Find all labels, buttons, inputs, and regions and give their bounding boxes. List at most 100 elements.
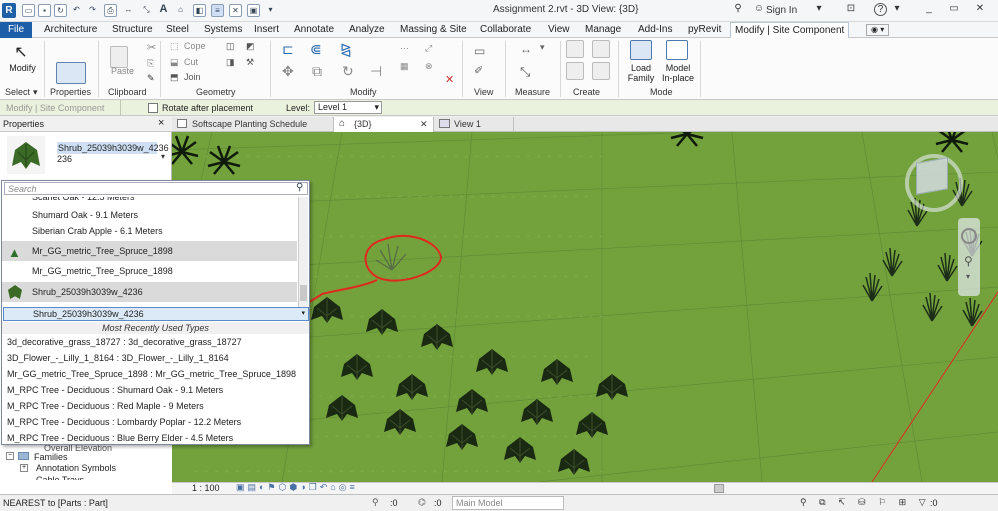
scrollbar-thumb[interactable] <box>300 285 307 301</box>
mru-item[interactable]: 3d_decorative_grass_18727 : 3d_decorativ… <box>2 334 310 350</box>
type-search-field[interactable]: Search ⚲ <box>4 182 308 195</box>
minimize-icon[interactable]: _ <box>922 3 936 17</box>
pin-icon[interactable]: ⊗ <box>425 61 433 72</box>
sign-in-link[interactable]: Sign In <box>766 5 797 16</box>
measure-group-label[interactable]: Measure <box>515 87 550 97</box>
type-list-scrollbar[interactable] <box>298 197 308 308</box>
ribbon-minimize-icon[interactable]: ◉ ▾ <box>866 24 890 36</box>
delete-icon[interactable]: ✕ <box>445 73 454 86</box>
measure-dropdown-icon[interactable]: ▾ <box>540 42 545 53</box>
list-item[interactable]: ▲ Mr_GG_metric_Tree_Spruce_1898 <box>2 241 297 261</box>
tab-insert[interactable]: Insert <box>250 22 283 38</box>
join-button[interactable]: Join <box>184 72 201 82</box>
align-icon[interactable]: ⊏ <box>282 41 294 58</box>
steering-wheel-icon[interactable] <box>961 228 977 244</box>
load-family-button[interactable]: Load Family <box>624 63 658 83</box>
browser-cable-trays[interactable]: Cable Trays <box>36 475 84 480</box>
copy-icon[interactable]: ⎘ <box>147 58 154 69</box>
paste-button[interactable]: Paste <box>111 66 134 76</box>
mru-item[interactable]: 3D_Flower_-_Lilly_1_8164 : 3D_Flower_-_L… <box>2 350 310 366</box>
measure-tool-icon[interactable]: ↔ <box>520 42 532 56</box>
tab-massing-site[interactable]: Massing & Site <box>396 22 471 38</box>
mru-item[interactable]: Mr_GG_metric_Tree_Spruce_1898 : Mr_GG_me… <box>2 366 310 382</box>
dimension-icon[interactable]: ⤡ <box>520 64 530 80</box>
text-icon[interactable]: A <box>157 4 170 17</box>
revit-logo-icon[interactable]: R <box>2 3 16 18</box>
split-icon[interactable]: ⋯ <box>400 43 409 54</box>
view-scale[interactable]: 1 : 100 <box>192 483 220 493</box>
user-icon[interactable]: ☺ <box>752 3 766 17</box>
search-icon[interactable]: ⚲ <box>296 182 303 193</box>
close-tab-icon[interactable]: ✕ <box>420 117 428 131</box>
zoom-dropdown-icon[interactable]: ▾ <box>966 272 970 281</box>
close-hidden-icon[interactable]: ✕ <box>229 4 242 17</box>
close-window-icon[interactable]: ✕ <box>973 3 987 17</box>
aligned-dimension-icon[interactable]: ⤡ <box>140 4 153 17</box>
sync-icon[interactable]: ↻ <box>54 4 67 17</box>
thin-lines-icon[interactable]: ≡ <box>211 4 224 17</box>
cut-icon[interactable]: ✂ <box>147 41 156 54</box>
navigation-bar[interactable]: ⚲ ▾ <box>958 218 980 296</box>
model-inplace-button[interactable]: Model In-place <box>660 63 696 83</box>
copy-element-icon[interactable]: ⧉ <box>312 63 322 80</box>
tab-annotate[interactable]: Annotate <box>290 22 338 38</box>
paste-icon[interactable] <box>110 46 128 68</box>
sign-in-dropdown-icon[interactable]: ▾ <box>812 3 826 17</box>
list-item[interactable]: Siberian Crab Apple - 6.1 Meters <box>2 223 297 239</box>
select-dropdown-icon[interactable]: ▾ <box>33 87 38 98</box>
trim-icon[interactable]: ⊣ <box>370 63 382 80</box>
tab-systems[interactable]: Systems <box>200 22 246 38</box>
cope-icon[interactable]: ⬚ <box>170 41 179 52</box>
tab-manage[interactable]: Manage <box>581 22 625 38</box>
undo-icon[interactable]: ↶ <box>70 4 83 17</box>
create-parts-icon[interactable] <box>592 40 610 58</box>
section-icon[interactable]: ◧ <box>193 4 206 17</box>
rotate-after-placement-checkbox[interactable] <box>148 103 158 113</box>
binoculars-icon[interactable]: ⚲ <box>731 3 745 17</box>
mirror-axis-icon[interactable]: ⧎ <box>340 41 352 58</box>
active-workset-select[interactable]: Main Model <box>452 496 564 510</box>
join-icon[interactable]: ⬒ <box>170 72 179 83</box>
browser-annotation-symbols[interactable]: Annotation Symbols <box>36 463 116 473</box>
selected-type-item[interactable]: Shrub_25039h3039w_4236 ▾ <box>3 307 309 321</box>
mru-item[interactable]: M_RPC Tree - Deciduous : Red Maple - 9 M… <box>2 398 310 414</box>
list-item[interactable]: Shumard Oak - 9.1 Meters <box>2 207 297 223</box>
level-dropdown-icon[interactable]: ▾ <box>374 102 379 113</box>
split-face-icon[interactable]: ◫ <box>226 41 235 52</box>
hide-icon[interactable]: ▭ <box>474 44 485 58</box>
cut-geometry-button[interactable]: Cut <box>184 57 198 67</box>
horizontal-scroll-thumb[interactable] <box>714 484 724 493</box>
switch-windows-icon[interactable]: ▣ <box>247 4 260 17</box>
mru-item[interactable]: M_RPC Tree - Deciduous : Lombardy Poplar… <box>2 414 310 430</box>
viewcube-icon[interactable] <box>916 157 948 195</box>
match-type-icon[interactable]: ✎ <box>147 73 155 84</box>
cope-button[interactable]: Cope <box>184 41 206 51</box>
browser-families[interactable]: Families <box>34 452 68 462</box>
3d-view-icon[interactable]: ⌂ <box>174 4 187 17</box>
scale-icon[interactable]: ⤢ <box>425 43 432 54</box>
selection-filter-icons[interactable]: ⚲ ⧉ ↸ ⛁ ⚐ ⊞ ▽ <box>800 497 931 508</box>
tab-modify-site-component[interactable]: Modify | Site Component <box>730 22 850 39</box>
wall-joins-icon[interactable]: ◨ <box>226 57 235 68</box>
tab-architecture[interactable]: Architecture <box>40 22 101 38</box>
tab-collaborate[interactable]: Collaborate <box>476 22 535 38</box>
print-icon[interactable]: ⎙ <box>104 4 117 17</box>
level-select[interactable]: Level 1 ▾ <box>314 101 382 114</box>
tab-view-1[interactable]: View 1 <box>434 117 514 132</box>
select-dropdown[interactable]: Select <box>5 87 30 97</box>
collapse-list-icon[interactable]: ▾ <box>301 308 305 320</box>
expand-annotation-icon[interactable]: + <box>20 464 28 472</box>
create-group-icon[interactable] <box>566 62 584 80</box>
tab-steel[interactable]: Steel <box>162 22 193 38</box>
view-control-icons[interactable]: ▣▤◐⚑⬡⬢◑❐↶⌂◎≡ <box>236 482 358 493</box>
offset-icon[interactable]: ⋐ <box>310 41 322 58</box>
tab-structure[interactable]: Structure <box>108 22 157 38</box>
override-graphics-icon[interactable]: ✐ <box>474 64 483 77</box>
create-similar-icon[interactable] <box>592 62 610 80</box>
zoom-icon[interactable]: ⚲ <box>964 254 973 268</box>
modify-arrow-icon[interactable]: ↖ <box>10 42 32 64</box>
restore-icon[interactable]: ▭ <box>947 3 961 17</box>
properties-icon[interactable] <box>56 62 86 84</box>
open-icon[interactable]: ▭ <box>22 4 35 17</box>
list-item[interactable]: Shrub_25039h3039w_4236 <box>2 282 297 302</box>
